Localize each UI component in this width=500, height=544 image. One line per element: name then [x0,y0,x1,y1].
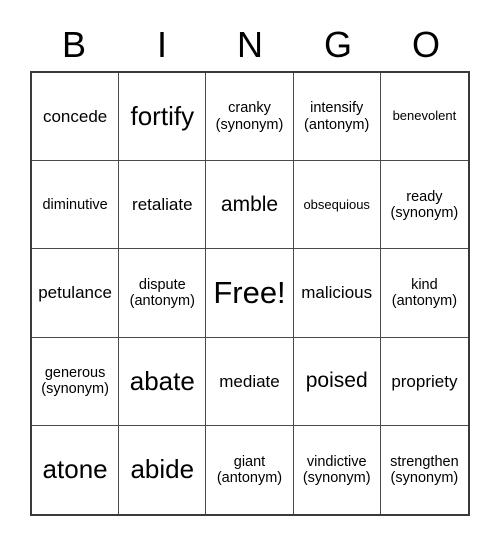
header-letter-n: N [237,24,263,65]
header-letter-b: B [61,24,86,65]
bingo-cell[interactable]: abate [119,337,207,426]
bingo-header: B I N G O [30,20,470,70]
bingo-cell[interactable]: dispute (antonym) [119,249,207,338]
bingo-cell-label: petulance [38,283,112,303]
bingo-cell-label: generous (synonym) [41,364,109,398]
bingo-cell-label: dispute (antonym) [129,276,195,309]
bingo-cell-label: kind (antonym) [391,276,458,309]
bingo-cell[interactable]: generous (synonym) [32,337,120,426]
bingo-cell[interactable]: vindictive (synonym) [293,425,381,514]
bingo-cell[interactable]: kind (antonym) [380,249,468,338]
bingo-cell-label: amble [220,193,279,217]
bingo-cell[interactable]: malicious [293,249,381,338]
bingo-cell-label: strengthen (synonym) [390,453,459,486]
bingo-cell-label: giant (antonym) [216,453,283,486]
bingo-cell[interactable]: giant (antonym) [206,425,294,514]
bingo-cell-label: atone [42,454,108,485]
bingo-cell-label: cranky (synonym) [215,100,284,133]
bingo-grid: concede fortify cranky (synonym) intensi… [30,71,470,516]
bingo-free-space[interactable]: Free! [206,249,294,338]
bingo-cell[interactable]: mediate [206,337,294,426]
bingo-cell[interactable]: ready (synonym) [380,161,468,250]
bingo-cell-label: concede [42,107,108,127]
bingo-cell[interactable]: obsequious [293,161,381,250]
bingo-cell[interactable]: propriety [380,337,468,426]
bingo-cell-label: obsequious [303,196,370,212]
bingo-cell-label: retaliate [132,195,193,215]
bingo-cell-label: vindictive (synonym) [302,453,371,486]
bingo-cell[interactable]: strengthen (synonym) [380,425,468,514]
bingo-cell-label: abate [129,365,195,396]
bingo-cell[interactable]: petulance [32,249,120,338]
bingo-cell[interactable]: diminutive [32,161,120,250]
bingo-cell[interactable]: intensify (antonym) [293,73,381,162]
bingo-cell-label: abide [130,454,195,485]
bingo-cell-label: fortify [130,101,195,132]
bingo-cell-label: poised [305,369,368,393]
bingo-cell-label: mediate [219,371,280,391]
bingo-cell-label: diminutive [42,196,108,213]
header-letter-i: I [156,24,167,65]
bingo-cell-label: benevolent [392,108,457,124]
bingo-cell[interactable]: retaliate [119,161,207,250]
bingo-card: B I N G O concede fortify cranky (synony… [0,0,500,544]
bingo-cell[interactable]: amble [206,161,294,250]
header-letter-g: G [323,24,352,65]
bingo-cell[interactable]: concede [32,73,120,162]
bingo-cell-label: intensify (antonym) [304,100,370,133]
bingo-free-space-label: Free! [213,274,286,310]
bingo-cell[interactable]: atone [32,425,120,514]
bingo-cell[interactable]: cranky (synonym) [206,73,294,162]
bingo-cell[interactable]: benevolent [380,73,468,162]
bingo-cell-label: propriety [391,371,458,391]
bingo-cell[interactable]: poised [293,337,381,426]
header-letter-o: O [411,24,440,65]
bingo-cell-label: ready (synonym) [390,188,459,221]
bingo-cell-label: malicious [301,283,373,303]
bingo-cell[interactable]: abide [119,425,207,514]
bingo-cell[interactable]: fortify [119,73,207,162]
